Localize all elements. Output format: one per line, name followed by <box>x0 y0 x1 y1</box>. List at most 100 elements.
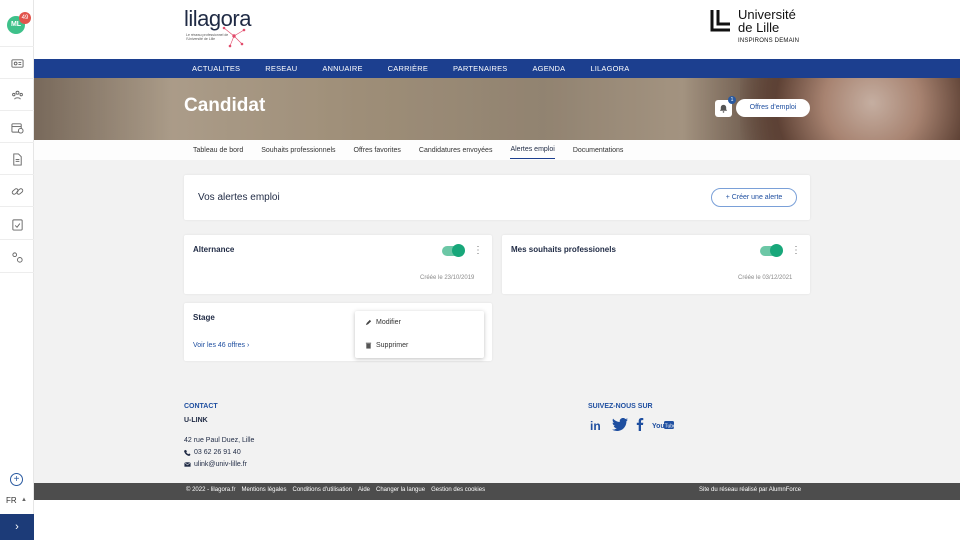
network-icon[interactable] <box>9 88 25 102</box>
id-card-icon[interactable] <box>9 56 25 70</box>
see-offers-link[interactable]: Voir les 46 offres › <box>193 342 249 349</box>
nav-lilagora[interactable]: LILAGORA <box>590 64 629 73</box>
pencil-icon <box>365 319 372 326</box>
university-mark-icon <box>710 10 730 32</box>
menu-item-modifier[interactable]: Modifier <box>365 319 401 326</box>
university-tagline: INSPIRONS DEMAIN <box>738 38 800 44</box>
link-gestion-cookies[interactable]: Gestion des cookies <box>431 487 485 493</box>
nav-actualites[interactable]: ACTUALITES <box>192 64 240 73</box>
contact-address: 42 rue Paul Duez, Lille <box>184 437 255 444</box>
hero-overlay <box>34 78 960 140</box>
contact-email[interactable]: ulink@univ-lille.fr <box>194 461 247 468</box>
linkedin-icon[interactable]: in <box>590 419 604 431</box>
alumnforce-credit[interactable]: Site du réseau réalisé par AlumnForce <box>699 487 801 493</box>
tab-tableau-de-bord[interactable]: Tableau de bord <box>193 142 243 159</box>
link-icon[interactable] <box>9 184 25 198</box>
rail-divider <box>0 46 34 47</box>
rail-divider <box>0 206 34 207</box>
link-conditions-utilisation[interactable]: Conditions d'utilisation <box>292 487 352 493</box>
alerts-header-card: Vos alertes emploi + Créer une alerte <box>184 175 810 220</box>
mail-icon <box>184 462 191 467</box>
tab-alertes-emploi[interactable]: Alertes emploi <box>510 141 555 159</box>
menu-item-label: Modifier <box>376 319 401 326</box>
candidate-tabs: Tableau de bord Souhaits professionnels … <box>34 140 960 160</box>
social-links: in YouTube <box>590 418 674 431</box>
link-aide[interactable]: Aide <box>358 487 370 493</box>
calendar-clock-icon[interactable] <box>9 120 25 134</box>
nav-carriere[interactable]: CARRIÈRE <box>388 64 428 73</box>
document-icon[interactable] <box>9 152 25 166</box>
alert-card-souhaits: Mes souhaits professionels ⋮ Créée le 03… <box>502 235 810 294</box>
alert-title: Alternance <box>193 245 235 254</box>
facebook-icon[interactable] <box>636 418 644 431</box>
university-name: Université de Lille <box>738 8 796 34</box>
add-icon[interactable]: + <box>10 473 23 486</box>
tab-candidatures-envoyees[interactable]: Candidatures envoyées <box>419 142 493 159</box>
alert-created-date: Créée le 23/10/2019 <box>420 275 475 281</box>
rail-divider <box>0 142 34 143</box>
alert-created-date: Créée le 03/12/2021 <box>738 275 793 281</box>
left-rail: ML 49 + FR ▲ › <box>0 0 34 540</box>
toggle-knob <box>770 244 783 257</box>
rail-divider <box>0 239 34 240</box>
alert-title: Stage <box>193 313 215 322</box>
contact-phone-row: 03 62 26 91 40 <box>184 449 241 456</box>
page-title: Candidat <box>184 95 266 116</box>
tab-souhaits-professionnels[interactable]: Souhaits professionnels <box>261 142 335 159</box>
top-bar: lilagora Le réseau professionnel de l'Un… <box>34 0 960 59</box>
tab-documentations[interactable]: Documentations <box>573 142 624 159</box>
link-mentions-legales[interactable]: Mentions légales <box>241 487 286 493</box>
contact-phone: 03 62 26 91 40 <box>194 449 241 456</box>
social-heading: SUIVEZ-NOUS SUR <box>588 403 653 410</box>
menu-item-supprimer[interactable]: Supprimer <box>365 342 408 349</box>
phone-icon <box>184 449 191 456</box>
nav-reseau[interactable]: RESEAU <box>265 64 297 73</box>
rail-divider <box>0 110 34 111</box>
bottom-bar: © 2022 - lilagora.fr Mentions légales Co… <box>34 483 960 500</box>
alert-title: Mes souhaits professionels <box>511 245 616 254</box>
caret-up-icon[interactable]: ▲ <box>21 497 27 503</box>
main-nav: ACTUALITES RESEAU ANNUAIRE CARRIÈRE PART… <box>34 59 960 78</box>
nav-annuaire[interactable]: ANNUAIRE <box>322 64 362 73</box>
offres-emploi-button[interactable]: Offres d'emploi <box>736 99 810 117</box>
settings-icon[interactable] <box>9 250 25 264</box>
rail-divider <box>0 272 34 273</box>
lilagora-logo[interactable]: lilagora Le réseau professionnel de l'Un… <box>184 6 264 48</box>
alert-card-alternance: Alternance ⋮ Créée le 23/10/2019 <box>184 235 492 294</box>
more-options-icon[interactable]: ⋮ <box>473 246 483 256</box>
notification-badge: 49 <box>19 12 31 24</box>
copyright: © 2022 - lilagora.fr <box>186 487 236 493</box>
svg-text:You: You <box>652 423 665 430</box>
language-selector[interactable]: FR <box>6 496 17 505</box>
checklist-icon[interactable] <box>9 217 25 231</box>
alert-toggle[interactable] <box>760 244 783 257</box>
app-root: ML 49 + FR ▲ › lilagora Le réseau profes… <box>0 0 960 540</box>
alert-context-menu: Modifier Supprimer <box>355 311 484 358</box>
trash-icon <box>365 342 372 349</box>
hero-banner: Candidat <box>34 78 960 140</box>
svg-text:in: in <box>590 419 601 431</box>
universite-de-lille-logo[interactable]: Université de Lille INSPIRONS DEMAIN <box>710 8 820 48</box>
legal-links: © 2022 - lilagora.fr Mentions légales Co… <box>186 487 491 493</box>
bell-badge: 1 <box>728 96 736 104</box>
rail-divider <box>0 174 34 175</box>
more-options-icon[interactable]: ⋮ <box>791 246 801 256</box>
twitter-icon[interactable] <box>612 418 628 431</box>
alert-toggle[interactable] <box>442 244 465 257</box>
youtube-icon[interactable]: YouTube <box>652 420 674 430</box>
create-alert-button[interactable]: + Créer une alerte <box>711 188 797 207</box>
nav-partenaires[interactable]: PARTENAIRES <box>453 64 507 73</box>
toggle-knob <box>452 244 465 257</box>
contact-org: U-LINK <box>184 417 208 424</box>
expand-rail-button[interactable]: › <box>0 514 34 540</box>
university-name-line2: de Lille <box>738 20 780 35</box>
main-area: lilagora Le réseau professionnel de l'Un… <box>34 0 960 500</box>
contact-heading: CONTACT <box>184 403 218 410</box>
tab-offres-favorites[interactable]: Offres favorites <box>354 142 401 159</box>
link-changer-langue[interactable]: Changer la langue <box>376 487 425 493</box>
menu-item-label: Supprimer <box>376 342 409 349</box>
nav-agenda[interactable]: AGENDA <box>532 64 565 73</box>
network-dots-icon <box>222 26 246 48</box>
svg-text:Tube: Tube <box>665 423 674 429</box>
contact-email-row[interactable]: ulink@univ-lille.fr <box>184 461 247 468</box>
